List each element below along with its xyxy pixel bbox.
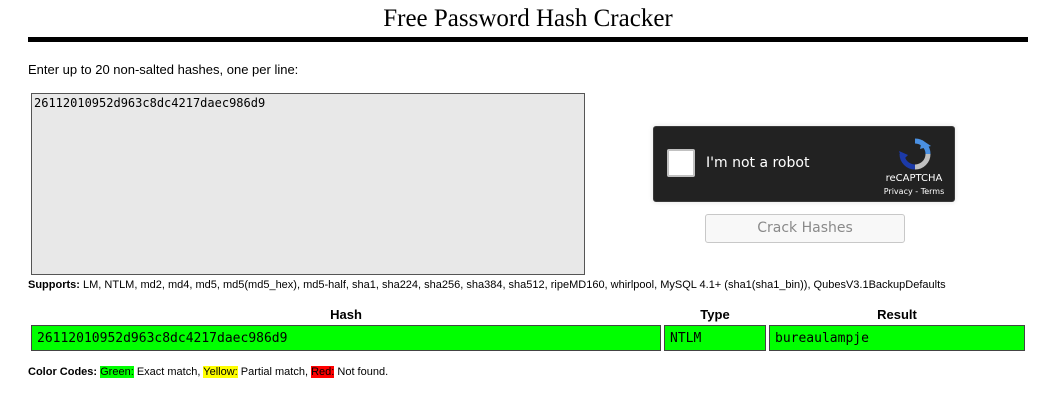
result-type-cell: NTLM <box>664 325 766 351</box>
page-title: Free Password Hash Cracker <box>383 5 673 32</box>
hash-input[interactable]: 26112010952d963c8dc4217daec986d9 <box>31 93 585 275</box>
instructions-text: Enter up to 20 non-salted hashes, one pe… <box>28 62 299 77</box>
crack-hashes-button[interactable]: Crack Hashes <box>705 214 905 243</box>
recaptcha-privacy-link[interactable]: Privacy <box>884 187 913 196</box>
table-row: 26112010952d963c8dc4217daec986d9 NTLM bu… <box>31 325 1025 351</box>
color-code-yellow-desc: Partial match, <box>237 366 312 378</box>
title-divider <box>28 37 1028 42</box>
supports-list: LM, NTLM, md2, md4, md5, md5(md5_hex), m… <box>79 279 946 291</box>
column-header-type: Type <box>700 307 730 322</box>
column-header-result: Result <box>877 307 917 322</box>
color-code-red: Red: <box>311 366 335 378</box>
recaptcha-brand: reCAPTCHA <box>885 173 943 184</box>
column-header-hash: Hash <box>330 307 362 322</box>
recaptcha-links: Privacy - Terms <box>874 187 954 196</box>
color-codes-label: Color Codes: <box>28 366 98 378</box>
color-code-red-desc: Not found. <box>334 366 389 378</box>
results-table: Hash Type Result 26112010952d963c8dc4217… <box>28 304 1028 354</box>
recaptcha-link-separator: - <box>912 187 921 196</box>
color-codes-legend: Color Codes: Green: Exact match, Yellow:… <box>28 366 388 379</box>
recaptcha-widget: I'm not a robot reCAPTCHA Privacy - Term… <box>653 126 955 202</box>
color-code-yellow: Yellow: <box>203 366 238 378</box>
result-hash-cell: 26112010952d963c8dc4217daec986d9 <box>31 325 661 351</box>
color-code-green-desc: Exact match, <box>133 366 204 378</box>
recaptcha-terms-link[interactable]: Terms <box>921 187 945 196</box>
supports-label: Supports: <box>28 279 80 291</box>
result-value-cell: bureaulampje <box>769 325 1025 351</box>
color-code-green: Green: <box>100 366 134 378</box>
recaptcha-logo-icon <box>899 138 931 170</box>
supports-text: Supports: LM, NTLM, md2, md4, md5, md5(m… <box>28 279 946 292</box>
recaptcha-checkbox[interactable] <box>667 149 695 177</box>
recaptcha-label: I'm not a robot <box>706 155 810 171</box>
